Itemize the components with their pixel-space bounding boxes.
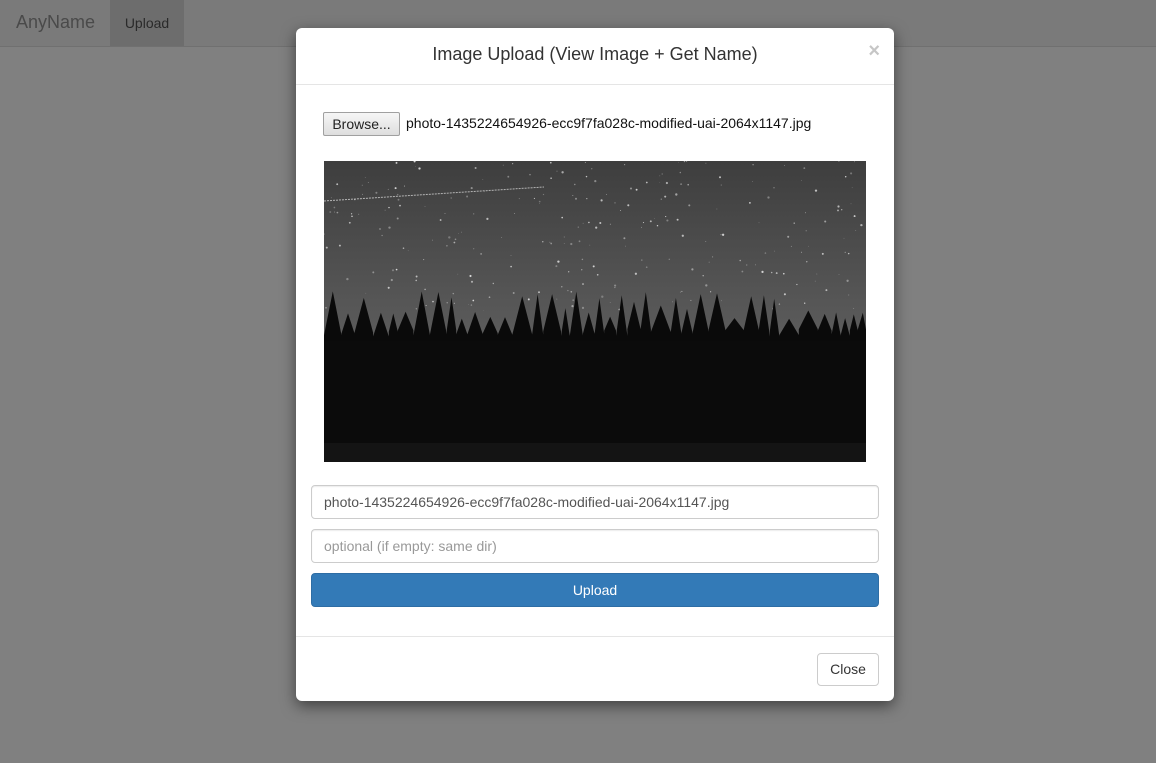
selected-file-name: photo-1435224654926-ecc9f7fa028c-modifie… (406, 115, 812, 131)
modal-footer-divider (296, 636, 894, 637)
image-upload-modal: Image Upload (View Image + Get Name) × B… (296, 28, 894, 701)
close-icon[interactable]: × (868, 40, 880, 63)
upload-button[interactable]: Upload (311, 573, 879, 607)
modal-header: Image Upload (View Image + Get Name) × (296, 28, 894, 85)
directory-input[interactable] (311, 529, 879, 563)
file-name-input[interactable] (311, 485, 879, 519)
night-sky-forest-image (324, 161, 866, 462)
brand-logo[interactable]: AnyName (16, 12, 95, 33)
modal-title: Image Upload (View Image + Get Name) (432, 44, 758, 64)
nav-item-upload[interactable]: Upload (110, 0, 184, 46)
close-button[interactable]: Close (817, 653, 879, 686)
image-preview (324, 161, 866, 462)
browse-button[interactable]: Browse... (323, 112, 400, 136)
